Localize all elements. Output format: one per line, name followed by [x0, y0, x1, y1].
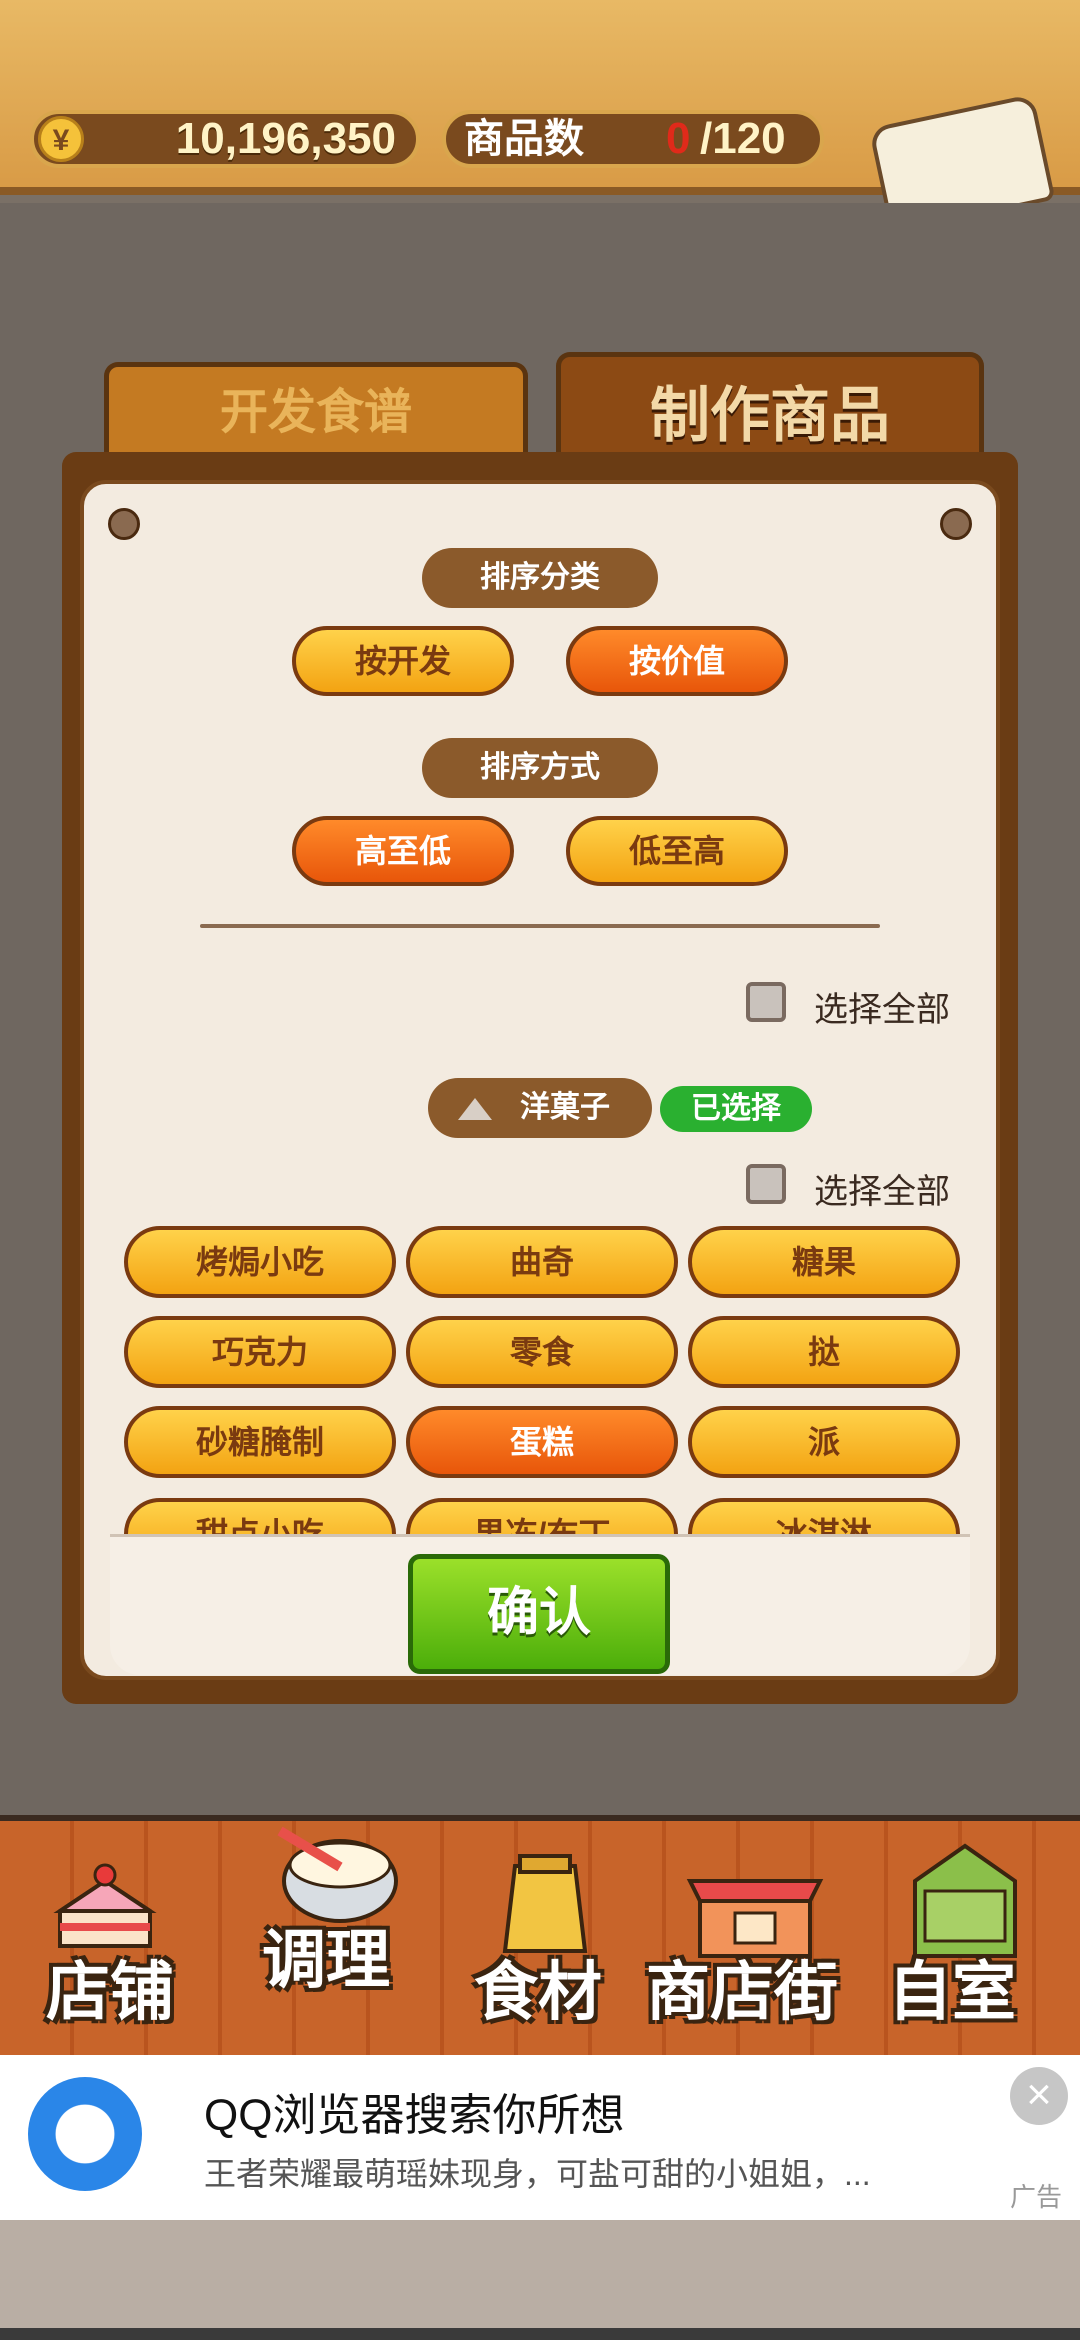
confirm-button[interactable]: 确认 [408, 1554, 670, 1674]
nav-item-cooking[interactable]: 调理 [230, 1821, 420, 2061]
nav-label: 商店街 [646, 1956, 838, 2028]
bottom-background [0, 2220, 1080, 2340]
coin-amount: 10,196,350 [175, 114, 396, 163]
item-button[interactable]: 糖果 [688, 1226, 960, 1298]
selected-badge: 已选择 [660, 1086, 812, 1132]
nav-label: 店铺 [46, 1956, 174, 2028]
item-button[interactable]: 烤焗小吃 [124, 1226, 396, 1298]
tab-develop-recipe[interactable]: 开发食谱 [104, 362, 528, 462]
nav-label: 自室 [888, 1956, 1016, 2028]
goods-max: /120 [700, 114, 786, 163]
pin-icon [108, 508, 140, 540]
nav-label: 食材 [474, 1956, 602, 2028]
item-button[interactable]: 挞 [688, 1316, 960, 1388]
select-all-checkbox[interactable] [746, 982, 786, 1022]
nav-label: 调理 [262, 1924, 390, 1996]
ad-tag: 广告 [1010, 2182, 1063, 2212]
ad-banner[interactable]: QQ浏览器搜索你所想 王者荣耀最萌瑶妹现身，可盐可甜的小姐姐，... × 广告 [0, 2055, 1080, 2220]
item-button-selected[interactable]: 蛋糕 [406, 1406, 678, 1478]
ad-description: 王者荣耀最萌瑶妹现身，可盐可甜的小姐姐，... [204, 2156, 871, 2192]
nav-item-shop[interactable]: 店铺 [20, 1821, 190, 2061]
nav-item-my-room[interactable]: 自室 [880, 1821, 1060, 2061]
cake-icon [53, 1863, 157, 1948]
goods-label: 商品数 [464, 117, 584, 161]
pin-icon [940, 508, 972, 540]
goods-current: 0 [666, 114, 691, 163]
category-toggle[interactable]: 洋菓子 [428, 1078, 652, 1138]
item-button[interactable]: 冰淇淋 [688, 1498, 960, 1534]
item-button[interactable]: 派 [688, 1406, 960, 1478]
coin-icon: ¥ [38, 116, 84, 162]
coin-counter: ¥ 10,196,350 [30, 110, 420, 168]
nav-item-shopping-street[interactable]: 商店街 [640, 1821, 860, 2061]
sort-by-value-button[interactable]: 按价值 [566, 626, 788, 696]
close-icon[interactable]: × [1010, 2067, 1068, 2125]
sort-category-header: 排序分类 [422, 548, 658, 608]
sort-order-header: 排序方式 [422, 738, 658, 798]
collapse-triangle-icon [458, 1098, 492, 1120]
category-name: 洋菓子 [520, 1091, 610, 1124]
qq-browser-logo [28, 2077, 142, 2191]
sort-by-develop-button[interactable]: 按开发 [292, 626, 514, 696]
nav-item-ingredients[interactable]: 食材 [470, 1821, 620, 2061]
ad-title: QQ浏览器搜索你所想 [204, 2091, 625, 2140]
select-all-label: 选择全部 [814, 991, 950, 1029]
category-item-grid: 烤焗小吃 曲奇 糖果 巧克力 零食 挞 砂糖腌制 蛋糕 派 甜点小吃 果冻/布丁… [118, 1222, 962, 1534]
select-all-category-label: 选择全部 [814, 1173, 950, 1211]
goods-counter: 商品数 0 /120 [442, 110, 824, 168]
item-button[interactable]: 曲奇 [406, 1226, 678, 1298]
low-to-high-button[interactable]: 低至高 [566, 816, 788, 886]
item-button[interactable]: 果冻/布丁 [406, 1498, 678, 1534]
bottom-nav: 店铺 调理 食材 商店街 自室 [0, 1815, 1080, 2061]
item-button[interactable]: 零食 [406, 1316, 678, 1388]
high-to-low-button[interactable]: 高至低 [292, 816, 514, 886]
item-button[interactable]: 甜点小吃 [124, 1498, 396, 1534]
divider [200, 924, 880, 928]
item-button[interactable]: 巧克力 [124, 1316, 396, 1388]
select-all-category-checkbox[interactable] [746, 1164, 786, 1204]
item-button[interactable]: 砂糖腌制 [124, 1406, 396, 1478]
